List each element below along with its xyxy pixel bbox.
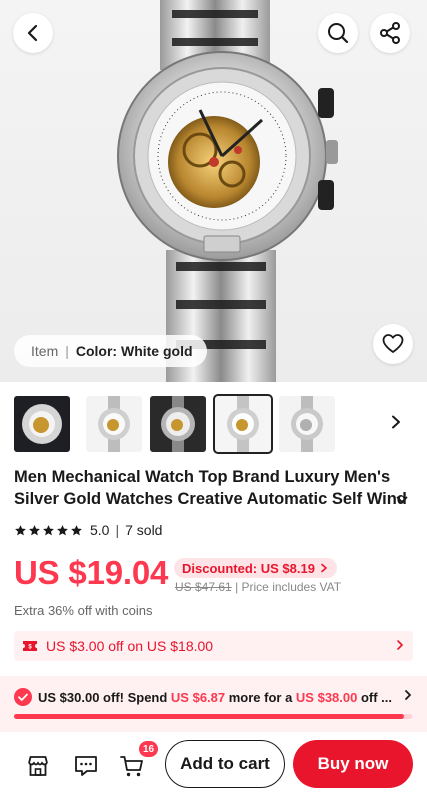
thumbnail-item[interactable] <box>279 396 335 452</box>
thumbnail-image <box>86 396 142 452</box>
promo-part3: off ... <box>357 689 393 705</box>
search-icon <box>328 23 349 44</box>
star-icon <box>29 524 40 535</box>
rating-value: 5.0 <box>90 522 110 538</box>
thumbnail-strip <box>14 394 414 454</box>
rating-separator: | <box>115 522 120 538</box>
chevron-right-icon <box>392 415 400 429</box>
expand-title-chevron-down-icon[interactable] <box>395 493 409 507</box>
thumbnail-image <box>215 396 271 452</box>
product-title[interactable]: Men Mechanical Watch Top Brand Luxury Me… <box>14 466 412 510</box>
check-circle-icon <box>14 688 32 706</box>
promo-text-line: US $30.00 off! Spend US $6.87 more for a… <box>14 688 392 706</box>
discount-badge-label: Discounted: US $8.19 <box>182 560 315 576</box>
thumbnail-item[interactable] <box>86 396 142 452</box>
thumbnail-image <box>14 396 70 452</box>
chevron-left-icon <box>27 24 38 42</box>
spend-more-promo-banner[interactable]: US $30.00 off! Spend US $6.87 more for a… <box>0 676 427 732</box>
price-vat-note: | Price includes VAT <box>235 580 342 594</box>
store-icon <box>28 756 48 776</box>
chevron-right-icon <box>397 640 403 650</box>
sku-separator: | <box>65 343 69 359</box>
chat-icon <box>75 756 97 776</box>
back-button[interactable] <box>13 13 53 53</box>
sold-count: 7 sold <box>125 522 163 538</box>
star-icon <box>57 524 68 535</box>
promo-progress-fill <box>14 714 405 719</box>
thumbnail-next-button[interactable] <box>384 410 408 434</box>
store-button[interactable] <box>24 752 52 780</box>
promo-part1: US $30.00 off! Spend <box>38 689 171 705</box>
product-image-gallery[interactable]: Item | Color: White gold <box>0 0 427 382</box>
thumbnail-image <box>279 396 335 452</box>
coupon-banner[interactable]: $ US $3.00 off on US $18.00 <box>14 631 413 661</box>
thumbnail-item-selected[interactable] <box>213 394 273 454</box>
coins-discount-text[interactable]: Extra 36% off with coins <box>14 603 153 618</box>
cart-count-badge: 16 <box>139 741 159 757</box>
original-price: US $47.61 <box>175 580 232 594</box>
add-to-cart-button[interactable]: Add to cart <box>165 740 285 788</box>
rating-stars <box>14 524 83 537</box>
coupon-ticket-icon: $ <box>23 641 37 651</box>
promo-part2: more for a <box>225 689 296 705</box>
star-icon <box>15 524 26 535</box>
cart-icon <box>120 756 143 777</box>
chevron-right-icon <box>405 690 411 700</box>
wishlist-button[interactable] <box>373 324 413 364</box>
promo-target: US $38.00 <box>295 689 358 705</box>
chevron-right-icon <box>321 563 327 573</box>
sku-label: Color: White gold <box>75 343 193 359</box>
sku-prefix: Item <box>31 343 59 359</box>
promo-progress-track <box>14 714 412 719</box>
heart-outline-icon <box>382 334 404 353</box>
original-price-row: US $47.61 | Price includes VAT <box>175 580 341 594</box>
star-icon <box>71 524 82 535</box>
thumbnail-item[interactable] <box>150 396 206 452</box>
coupon-text: US $3.00 off on US $18.00 <box>46 638 214 654</box>
discount-badge[interactable]: Discounted: US $8.19 <box>174 558 337 578</box>
cart-button[interactable] <box>118 752 146 780</box>
share-icon <box>380 22 400 44</box>
chat-button[interactable] <box>72 752 100 780</box>
product-main-image[interactable] <box>0 0 427 382</box>
star-icon <box>43 524 54 535</box>
promo-amount: US $6.87 <box>170 689 226 705</box>
buy-now-button[interactable]: Buy now <box>293 740 413 788</box>
search-button[interactable] <box>318 13 358 53</box>
share-button[interactable] <box>370 13 410 53</box>
rating-row[interactable]: 5.0 | 7 sold <box>14 522 162 538</box>
thumbnail-image <box>150 396 206 452</box>
current-price: US $19.04 <box>14 554 169 591</box>
thumbnail-item[interactable] <box>14 396 70 452</box>
sku-selector-pill[interactable]: Item | Color: White gold <box>14 335 207 367</box>
